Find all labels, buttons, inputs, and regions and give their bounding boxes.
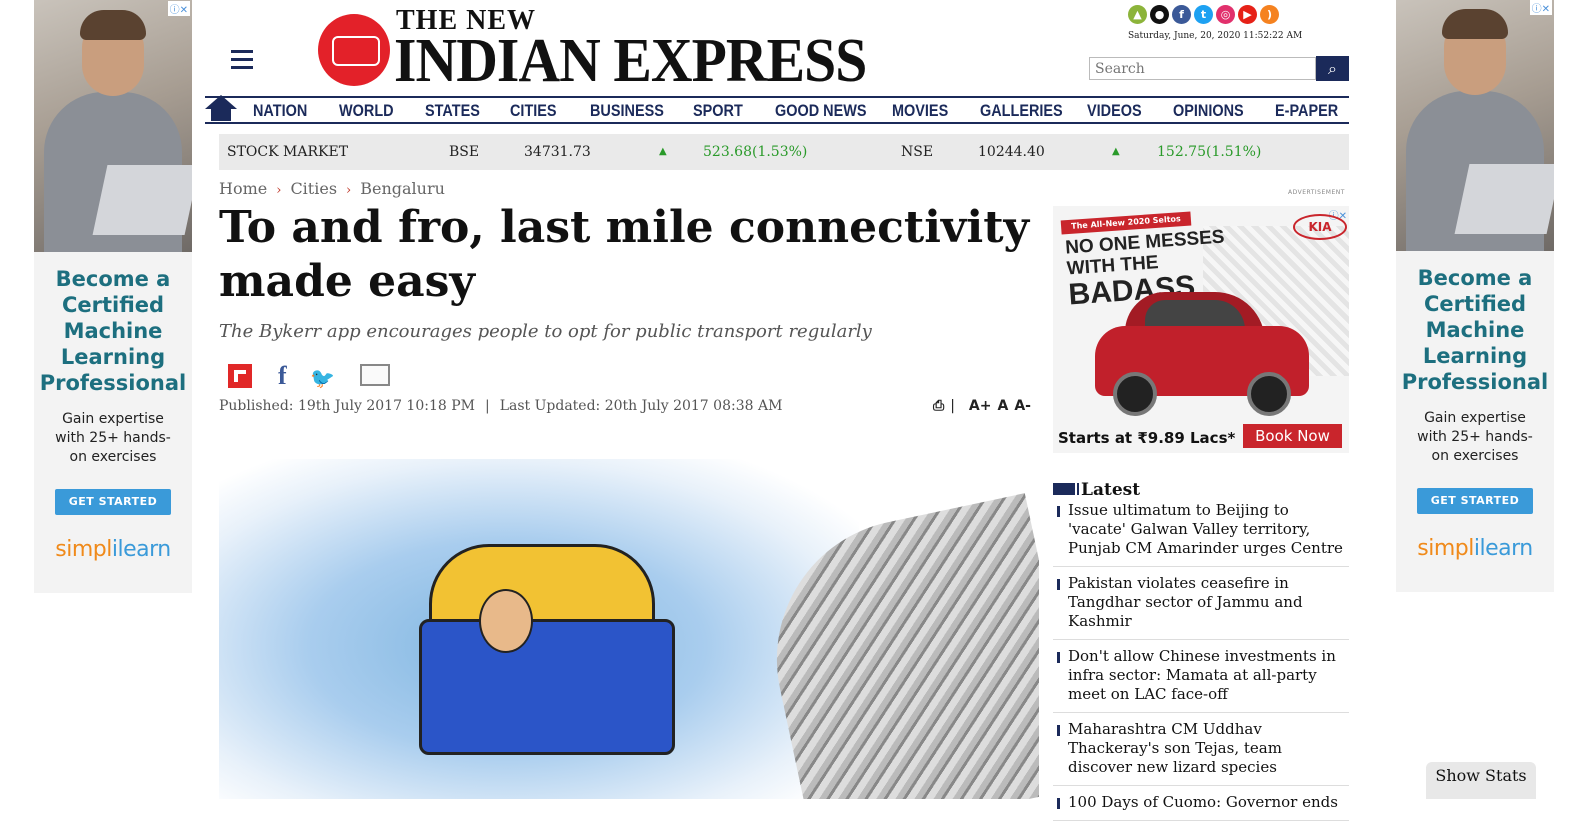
nav-cities[interactable]: CITIES	[510, 100, 557, 122]
breadcrumb-cities[interactable]: Cities	[290, 179, 337, 198]
chevron-right-icon: ›	[276, 183, 282, 198]
side-ad-left[interactable]: ⓘ✕ Become a Certified Machine Learning P…	[34, 0, 192, 593]
logo-main-text[interactable]: INDIAN EXPRESS	[394, 30, 867, 92]
nav-sport[interactable]: SPORT	[693, 100, 743, 122]
twitter-share-icon[interactable]: 🐦	[310, 364, 335, 392]
current-datetime: Saturday, June, 20, 2020 11:52:22 AM	[1128, 31, 1303, 41]
font-increase-button[interactable]: A+	[969, 398, 992, 414]
article-headline: To and fro, last mile connectivity made …	[219, 202, 1030, 307]
updated-date: Last Updated: 20th July 2017 08:38 AM	[499, 398, 783, 414]
nse-change: 152.75(1.51%)	[1157, 144, 1262, 160]
ad-title: Become a Certified Machine Learning Prof…	[1401, 266, 1549, 394]
apple-icon[interactable]: ●	[1150, 5, 1169, 24]
facebook-share-icon[interactable]: f	[278, 363, 287, 389]
published-date: Published: 19th July 2017 10:18 PM	[219, 398, 475, 414]
nav-movies[interactable]: MOVIES	[892, 100, 948, 122]
latest-item[interactable]: Pakistan violates ceasefire in Tangdhar …	[1053, 574, 1349, 640]
ad-photo	[34, 0, 192, 252]
nav-galleries[interactable]: GALLERIES	[980, 100, 1063, 122]
side-ad-right[interactable]: ⓘ✕ Become a Certified Machine Learning P…	[1396, 0, 1554, 592]
divider: |	[950, 398, 955, 414]
advertisement-label: ADVERTISEMENT	[1288, 189, 1345, 196]
ad-close-icon[interactable]: ⓘ✕	[167, 1, 190, 16]
ad-title: Become a Certified Machine Learning Prof…	[39, 267, 187, 395]
nav-states[interactable]: STATES	[425, 100, 480, 122]
nav-business[interactable]: BUSINESS	[590, 100, 664, 122]
book-now-button[interactable]: Book Now	[1243, 424, 1342, 448]
print-icon[interactable]: ⎙	[933, 398, 944, 414]
chevron-right-icon: ›	[346, 183, 352, 198]
search-input[interactable]	[1089, 57, 1316, 80]
breadcrumb: Home › Cities › Bengaluru	[219, 179, 445, 198]
font-decrease-button[interactable]: A-	[1014, 398, 1031, 414]
bse-value: 34731.73	[524, 144, 591, 160]
latest-item[interactable]: Issue ultimatum to Beijing to 'vacate' G…	[1053, 501, 1349, 567]
latest-item[interactable]: Maharashtra CM Uddhav Thackeray's son Te…	[1053, 720, 1349, 786]
nav-e-paper[interactable]: E-PAPER	[1275, 100, 1338, 122]
latest-item[interactable]: 100 Days of Cuomo: Governor ends	[1053, 793, 1349, 821]
ad-brand-logo: simplilearn	[55, 537, 171, 562]
menu-icon[interactable]	[231, 50, 253, 74]
logo-emblem-icon[interactable]	[318, 14, 390, 86]
article-tools: ⎙ | A+ A A-	[933, 398, 1037, 414]
social-links: ▲ ● f t ◎ ▶ )	[1128, 5, 1279, 24]
ad-photo	[1396, 0, 1554, 251]
android-icon[interactable]: ▲	[1128, 5, 1147, 24]
article-subhead: The Bykerr app encourages people to opt …	[219, 321, 872, 342]
stock-ticker: STOCK MARKET BSE 34731.73 ▲ 523.68(1.53%…	[219, 134, 1349, 170]
article-hero-image	[219, 429, 1039, 799]
bse-change: 523.68(1.53%)	[703, 144, 808, 160]
bse-up-arrow-icon: ▲	[659, 146, 667, 157]
breadcrumb-bengaluru[interactable]: Bengaluru	[360, 179, 445, 198]
ad-close-icon[interactable]: ⓘ✕	[1529, 0, 1552, 15]
rss-icon[interactable]: )	[1260, 5, 1279, 24]
stock-label: STOCK MARKET	[227, 144, 349, 160]
twitter-icon[interactable]: t	[1194, 5, 1213, 24]
youtube-icon[interactable]: ▶	[1238, 5, 1257, 24]
email-share-icon[interactable]	[360, 364, 390, 386]
facebook-icon[interactable]: f	[1172, 5, 1191, 24]
ad-description: Gain expertise with 25+ hands-on exercis…	[1417, 410, 1533, 464]
nse-label: NSE	[901, 144, 934, 160]
ad-get-started-button[interactable]: GET STARTED	[54, 489, 172, 515]
breadcrumb-home[interactable]: Home	[219, 179, 267, 198]
font-normal-button[interactable]: A	[998, 398, 1009, 414]
nav-world[interactable]: WORLD	[339, 100, 394, 122]
divider: |	[484, 398, 490, 414]
show-stats-button[interactable]: Show Stats	[1426, 762, 1536, 799]
nse-up-arrow-icon: ▲	[1112, 146, 1120, 157]
home-icon[interactable]	[205, 95, 237, 123]
kia-ad-price: Starts at ₹9.89 Lacs*	[1058, 429, 1236, 447]
search-icon[interactable]: ⌕	[1316, 56, 1349, 81]
nse-value: 10244.40	[978, 144, 1045, 160]
kia-logo: KIA	[1293, 214, 1347, 240]
latest-news: Latest Issue ultimatum to Beijing to 'va…	[1053, 479, 1349, 828]
latest-heading: Latest	[1053, 479, 1349, 501]
nav-good-news[interactable]: GOOD NEWS	[775, 100, 867, 122]
nav-videos[interactable]: VIDEOS	[1087, 100, 1142, 122]
flipboard-icon[interactable]	[228, 364, 252, 388]
latest-item[interactable]: Don't allow Chinese investments in infra…	[1053, 647, 1349, 713]
ad-description: Gain expertise with 25+ hands-on exercis…	[55, 411, 171, 465]
main-nav: NATION WORLD STATES CITIES BUSINESS SPOR…	[205, 95, 1349, 124]
bse-label: BSE	[449, 144, 480, 160]
ad-get-started-button[interactable]: GET STARTED	[1416, 488, 1534, 514]
nav-opinions[interactable]: OPINIONS	[1173, 100, 1244, 122]
instagram-icon[interactable]: ◎	[1216, 5, 1235, 24]
nav-nation[interactable]: NATION	[253, 100, 307, 122]
kia-ad-banner[interactable]: ⓘ✕ The All-New 2020 Seltos NO ONE MESSES…	[1053, 206, 1349, 453]
article-meta: Published: 19th July 2017 10:18 PM | Last …	[219, 398, 782, 414]
car-image	[1095, 286, 1309, 416]
ad-brand-logo: simplilearn	[1417, 536, 1533, 561]
